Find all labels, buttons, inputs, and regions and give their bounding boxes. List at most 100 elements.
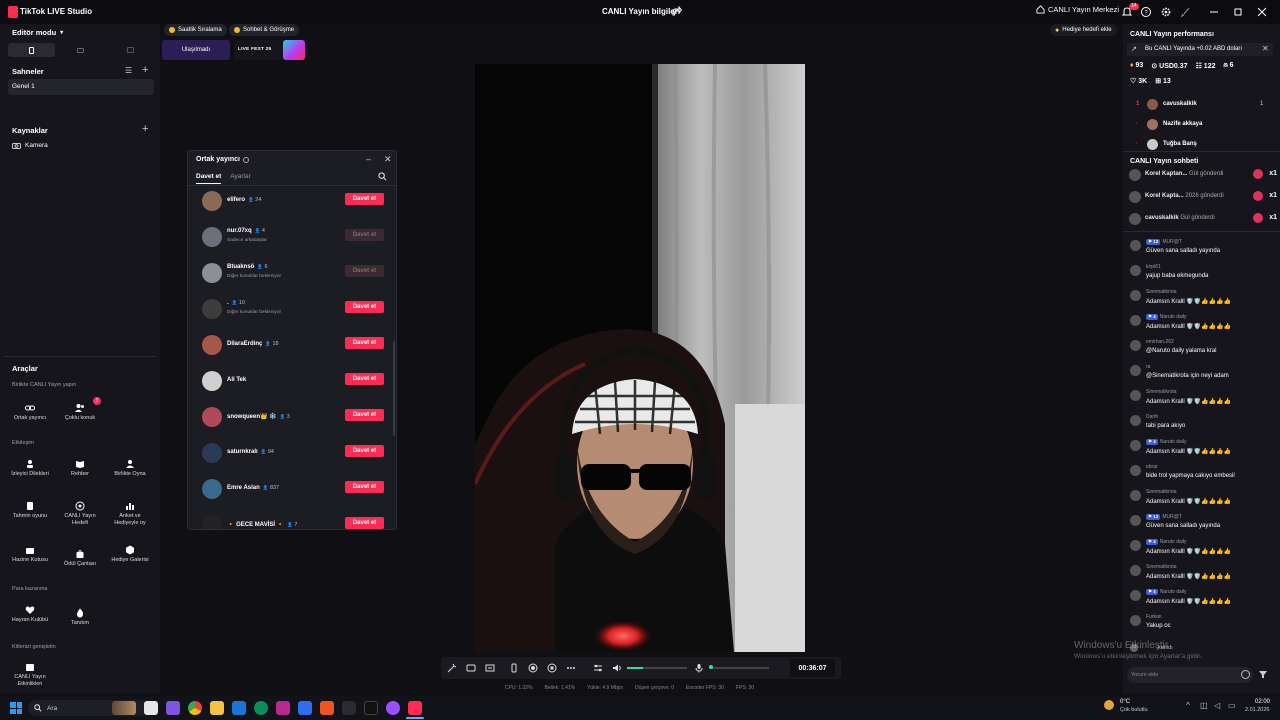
livefest-banner[interactable]: LIVE FEST 25 xyxy=(234,40,306,60)
obs-icon[interactable] xyxy=(386,701,400,715)
invite-button[interactable]: Davet et xyxy=(345,481,384,493)
add-gift-goal-chip[interactable]: ● Hediye hedefi ekle xyxy=(1050,24,1117,36)
dual-layout-button[interactable] xyxy=(107,43,154,57)
close-dialog-icon[interactable]: ✕ xyxy=(384,154,392,165)
more-icon[interactable] xyxy=(566,663,576,673)
magic-icon[interactable] xyxy=(447,663,457,673)
tab-invite[interactable]: Davet et xyxy=(196,173,222,184)
close-banner-icon[interactable]: ✕ xyxy=(1262,44,1269,53)
stop-icon[interactable] xyxy=(547,663,557,673)
tool-multi-guest[interactable]: Çoklu konuk xyxy=(58,403,102,422)
gifter-name[interactable]: Tuğba Banş xyxy=(1163,141,1197,147)
chat-username[interactable]: ebrar xyxy=(1146,464,1158,470)
volume-icon[interactable]: ◁ xyxy=(1214,701,1220,710)
editor-mode-dropdown[interactable]: Editör modu ▾ xyxy=(12,28,63,37)
chat-username[interactable]: emirhan.262 xyxy=(1146,339,1174,345)
mic-volume-slider[interactable] xyxy=(709,667,769,669)
windows-start-icon[interactable] xyxy=(10,702,22,714)
battery-icon[interactable]: ▭ xyxy=(1228,701,1236,710)
capcut-icon[interactable] xyxy=(342,701,356,715)
speaker-icon[interactable] xyxy=(612,663,622,673)
chat-username[interactable]: Naruto daily xyxy=(1160,314,1187,320)
chat-username[interactable]: MUR@T xyxy=(1162,514,1182,520)
screen-icon[interactable] xyxy=(485,663,495,673)
chat-username[interactable]: Naruto daily xyxy=(1160,439,1187,445)
gifter-name[interactable]: Nazife akkaya xyxy=(1163,121,1202,127)
add-scene-icon[interactable]: + xyxy=(142,64,148,76)
mixer-icon[interactable] xyxy=(593,663,603,673)
weather-temp[interactable]: 0°C xyxy=(1120,699,1130,705)
invite-button[interactable]: Davet et xyxy=(345,445,384,457)
chat-username[interactable]: Sinematikrota xyxy=(1146,389,1177,395)
scene-item[interactable]: Genel 1 xyxy=(8,79,154,95)
chat-meet-chip[interactable]: Sohbet & Görüşme xyxy=(229,24,300,36)
comment-input[interactable]: Yorum ekle xyxy=(1127,667,1253,683)
chat-username[interactable]: Sinematikrota xyxy=(1146,289,1177,295)
brave-icon[interactable] xyxy=(320,701,334,715)
tool-treasure[interactable]: Hazine Kutusu xyxy=(8,545,52,564)
list-icon[interactable]: ☰ xyxy=(125,66,132,75)
search-icon[interactable] xyxy=(378,172,387,181)
add-source-icon[interactable]: + xyxy=(142,123,148,135)
invite-button[interactable]: Davet et xyxy=(345,193,384,205)
chat-username[interactable]: Furkan xyxy=(1146,614,1162,620)
file-explorer-icon[interactable] xyxy=(210,701,224,715)
tool-gift-gallery[interactable]: Hediye Galerisi xyxy=(108,545,152,564)
restore-icon[interactable] xyxy=(1232,6,1244,18)
gear-icon[interactable] xyxy=(1160,6,1172,18)
share-icon[interactable] xyxy=(672,6,682,16)
invite-button[interactable]: Davet et xyxy=(345,301,384,313)
invite-button[interactable]: Davet et xyxy=(345,517,384,529)
invite-button[interactable]: Davet et xyxy=(345,373,384,385)
effects-icon[interactable] xyxy=(466,663,476,673)
emoji-icon[interactable] xyxy=(1241,670,1250,679)
store-icon[interactable] xyxy=(232,701,246,715)
chat-username[interactable]: kirpi61 xyxy=(1146,264,1161,270)
record-icon[interactable] xyxy=(528,663,538,673)
minimize-icon[interactable] xyxy=(1208,6,1220,18)
tool-poll[interactable]: Anket ve Hediyeyle oy xyxy=(108,501,152,526)
network-icon[interactable]: ◫ xyxy=(1200,701,1208,710)
info-icon[interactable] xyxy=(242,156,249,163)
app-icon[interactable] xyxy=(276,701,290,715)
dialog-scrollbar[interactable] xyxy=(393,341,395,436)
task-view-icon[interactable] xyxy=(144,701,158,715)
minimize-dialog-icon[interactable]: – xyxy=(366,154,371,164)
help-icon[interactable]: ? xyxy=(1140,6,1152,18)
tool-guide[interactable]: Rehber xyxy=(58,459,102,478)
invite-button[interactable]: Davet et xyxy=(345,409,384,421)
chat-username[interactable]: MUR@T xyxy=(1162,239,1182,245)
chat-username[interactable]: Sinematikrota xyxy=(1146,564,1177,570)
phone-icon[interactable] xyxy=(509,663,519,673)
brush-icon[interactable] xyxy=(1180,6,1192,18)
tiktok-app-icon[interactable] xyxy=(364,701,378,715)
live-info-title[interactable]: CANLI Yayın bilgileri xyxy=(602,7,680,16)
tool-cohost[interactable]: Ortak yayıncı xyxy=(8,403,52,422)
clock-date[interactable]: 2.01.2026 xyxy=(1245,707,1269,713)
source-camera-item[interactable]: Kamera xyxy=(12,142,48,149)
tool-fan-club[interactable]: Hayran Kulübü xyxy=(8,605,52,624)
invite-button[interactable]: Davet et xyxy=(345,337,384,349)
tab-settings[interactable]: Ayarlar xyxy=(230,173,250,184)
tool-promote[interactable]: Tanıtım xyxy=(58,608,102,627)
filter-icon[interactable] xyxy=(1258,669,1268,679)
weather-desc[interactable]: Çok bulutlu xyxy=(1120,707,1148,713)
landscape-layout-button[interactable] xyxy=(57,43,104,57)
chat-username[interactable]: Naruto daily xyxy=(1160,589,1187,595)
tool-reward-bag[interactable]: Ödül Çantası xyxy=(58,549,102,568)
tool-live-events[interactable]: CANLI Yayın Etkinlikleri xyxy=(8,662,52,687)
tool-guess-game[interactable]: Tahmin oyunu xyxy=(8,501,52,520)
chat-username[interactable]: Darth xyxy=(1146,414,1158,420)
edge-icon[interactable] xyxy=(254,701,268,715)
close-icon[interactable] xyxy=(1256,6,1268,18)
microphone-icon[interactable] xyxy=(694,663,704,673)
live-studio-icon[interactable] xyxy=(408,701,422,715)
gifter-name[interactable]: cavuskalkik xyxy=(1163,101,1197,107)
teams-icon[interactable] xyxy=(166,701,180,715)
chat-username[interactable]: Sinematikrota xyxy=(1146,489,1177,495)
hourly-ranking-chip[interactable]: Saatlik Sıralama xyxy=(164,24,227,36)
goal-status[interactable]: Ulaşılmadı xyxy=(162,40,230,60)
live-center-button[interactable]: CANLI Yayın Merkezi xyxy=(1036,5,1119,14)
chrome-icon[interactable] xyxy=(188,701,202,715)
tool-live-goal[interactable]: CANLI Yayın Hedefi xyxy=(58,501,102,526)
